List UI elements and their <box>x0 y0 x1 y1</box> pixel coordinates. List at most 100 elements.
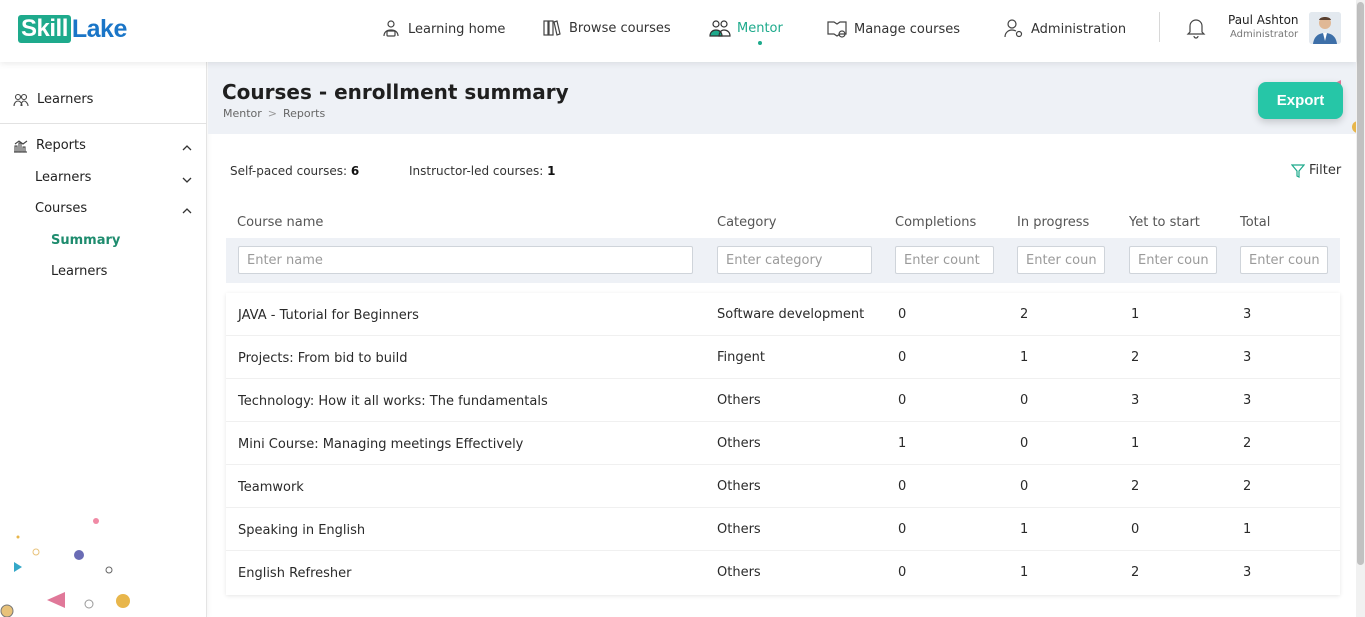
yet-to-start-filter-input[interactable] <box>1129 246 1217 274</box>
sidebar-item-reports[interactable]: Reports <box>13 138 86 153</box>
breadcrumb-reports[interactable]: Reports <box>283 107 325 120</box>
bell-icon[interactable] <box>1186 17 1206 39</box>
column-header-yet-to-start[interactable]: Yet to start <box>1129 215 1200 230</box>
table-row[interactable]: Technology: How it all works: The fundam… <box>226 379 1340 422</box>
nav-learning-home-label: Learning home <box>408 21 506 37</box>
category-cell: Fingent <box>717 350 765 365</box>
header-divider <box>1159 12 1160 42</box>
nav-browse-courses-label: Browse courses <box>569 20 671 36</box>
table-row[interactable]: Teamwork Others 0 0 2 2 <box>226 465 1340 508</box>
sidebar-reports-learners-label: Learners <box>35 170 92 185</box>
avatar[interactable] <box>1309 12 1341 44</box>
course-name-filter-input[interactable] <box>238 246 693 274</box>
sidebar-learners-label: Learners <box>37 92 94 107</box>
column-header-in-progress[interactable]: In progress <box>1017 215 1089 230</box>
nav-browse-courses[interactable]: Browse courses <box>541 15 671 41</box>
nav-administration[interactable]: Administration <box>1003 16 1126 42</box>
yet-to-start-cell: 2 <box>1131 479 1140 494</box>
in-progress-cell: 1 <box>1020 350 1029 365</box>
sidebar-decoration <box>0 518 130 617</box>
yet-to-start-cell: 2 <box>1131 565 1140 580</box>
total-filter-input[interactable] <box>1240 246 1328 274</box>
sidebar: Learners Reports Learners Courses Summar… <box>0 62 207 617</box>
reports-chart-icon <box>13 139 28 153</box>
in-progress-cell: 1 <box>1020 522 1029 537</box>
completions-cell: 0 <box>898 350 907 365</box>
course-name-cell: English Refresher <box>238 566 352 581</box>
yet-to-start-cell: 2 <box>1131 350 1140 365</box>
nav-manage-courses[interactable]: Manage courses <box>826 16 960 42</box>
page-header: Courses - enrollment summary Mentor > Re… <box>208 62 1356 134</box>
nav-administration-label: Administration <box>1031 21 1127 37</box>
chevron-down-icon[interactable] <box>181 174 193 186</box>
category-cell: Others <box>717 522 761 537</box>
table-row[interactable]: Projects: From bid to build Fingent 0 1 … <box>226 336 1340 379</box>
books-icon <box>541 17 563 39</box>
page-title: Courses - enrollment summary <box>222 80 569 104</box>
course-name-cell: Teamwork <box>238 480 304 495</box>
nav-learning-home[interactable]: Learning home <box>380 16 505 42</box>
in-progress-cell: 1 <box>1020 565 1029 580</box>
yet-to-start-cell: 3 <box>1131 393 1140 408</box>
instructor-led-label: Instructor-led courses: <box>409 164 544 178</box>
completions-cell: 0 <box>898 393 907 408</box>
completions-filter-input[interactable] <box>895 246 994 274</box>
sidebar-item-summary[interactable]: Summary <box>51 233 120 248</box>
course-name-cell: JAVA - Tutorial for Beginners <box>238 308 419 323</box>
top-navigation-bar: Skill Lake Learning home Browse courses … <box>0 0 1356 62</box>
logo-skill-text: Skill <box>18 15 71 43</box>
learners-icon <box>13 93 29 107</box>
category-filter-input[interactable] <box>717 246 872 274</box>
yet-to-start-cell: 0 <box>1131 522 1140 537</box>
total-cell: 2 <box>1243 479 1252 494</box>
column-header-category[interactable]: Category <box>717 215 776 230</box>
breadcrumb-separator: > <box>267 107 278 120</box>
in-progress-filter-input[interactable] <box>1017 246 1105 274</box>
page-scrollbar[interactable] <box>1356 0 1365 617</box>
category-cell: Others <box>717 393 761 408</box>
chevron-up-icon[interactable] <box>181 205 193 217</box>
self-paced-summary: Self-paced courses: 6 <box>230 164 359 178</box>
manage-courses-icon <box>826 18 848 40</box>
in-progress-cell: 0 <box>1020 436 1029 451</box>
mentor-icon <box>709 17 731 39</box>
sidebar-reports-label: Reports <box>36 138 86 153</box>
table-row[interactable]: English Refresher Others 0 1 2 3 <box>226 551 1340 594</box>
admin-user-icon <box>1003 18 1025 40</box>
logo-lake-text: Lake <box>71 15 127 43</box>
total-cell: 2 <box>1243 436 1252 451</box>
table-row[interactable]: JAVA - Tutorial for Beginners Software d… <box>226 293 1340 336</box>
enrollment-table: JAVA - Tutorial for Beginners Software d… <box>226 293 1340 595</box>
column-header-course-name[interactable]: Course name <box>237 215 323 230</box>
sidebar-item-courses-learners[interactable]: Learners <box>51 264 107 279</box>
yet-to-start-cell: 1 <box>1131 436 1140 451</box>
sidebar-item-learners[interactable]: Learners <box>13 92 93 107</box>
nav-mentor[interactable]: Mentor <box>709 15 783 41</box>
table-row[interactable]: Speaking in English Others 0 1 0 1 <box>226 508 1340 551</box>
instructor-led-count: 1 <box>547 164 556 178</box>
breadcrumb-mentor[interactable]: Mentor <box>223 107 262 120</box>
filter-label: Filter <box>1309 163 1342 178</box>
table-row[interactable]: Mini Course: Managing meetings Effective… <box>226 422 1340 465</box>
column-header-total[interactable]: Total <box>1240 215 1270 230</box>
skilllake-logo[interactable]: Skill Lake <box>18 15 127 43</box>
export-button[interactable]: Export <box>1258 82 1343 119</box>
in-progress-cell: 0 <box>1020 393 1029 408</box>
scrollbar-thumb[interactable] <box>1357 2 1364 565</box>
total-cell: 3 <box>1243 393 1252 408</box>
chevron-up-icon[interactable] <box>181 142 193 154</box>
user-name[interactable]: Paul Ashton <box>1228 13 1299 27</box>
completions-cell: 0 <box>898 479 907 494</box>
nav-mentor-label: Mentor <box>737 20 783 36</box>
filter-button[interactable]: Filter <box>1291 163 1341 178</box>
completions-cell: 0 <box>898 307 907 322</box>
completions-cell: 0 <box>898 565 907 580</box>
column-header-completions[interactable]: Completions <box>895 215 976 230</box>
course-name-cell: Projects: From bid to build <box>238 351 408 366</box>
total-cell: 1 <box>1243 522 1252 537</box>
sidebar-item-reports-learners[interactable]: Learners <box>35 170 91 185</box>
course-name-cell: Speaking in English <box>238 523 366 538</box>
sidebar-item-courses[interactable]: Courses <box>35 201 87 216</box>
total-cell: 3 <box>1243 307 1252 322</box>
category-cell: Others <box>717 565 761 580</box>
